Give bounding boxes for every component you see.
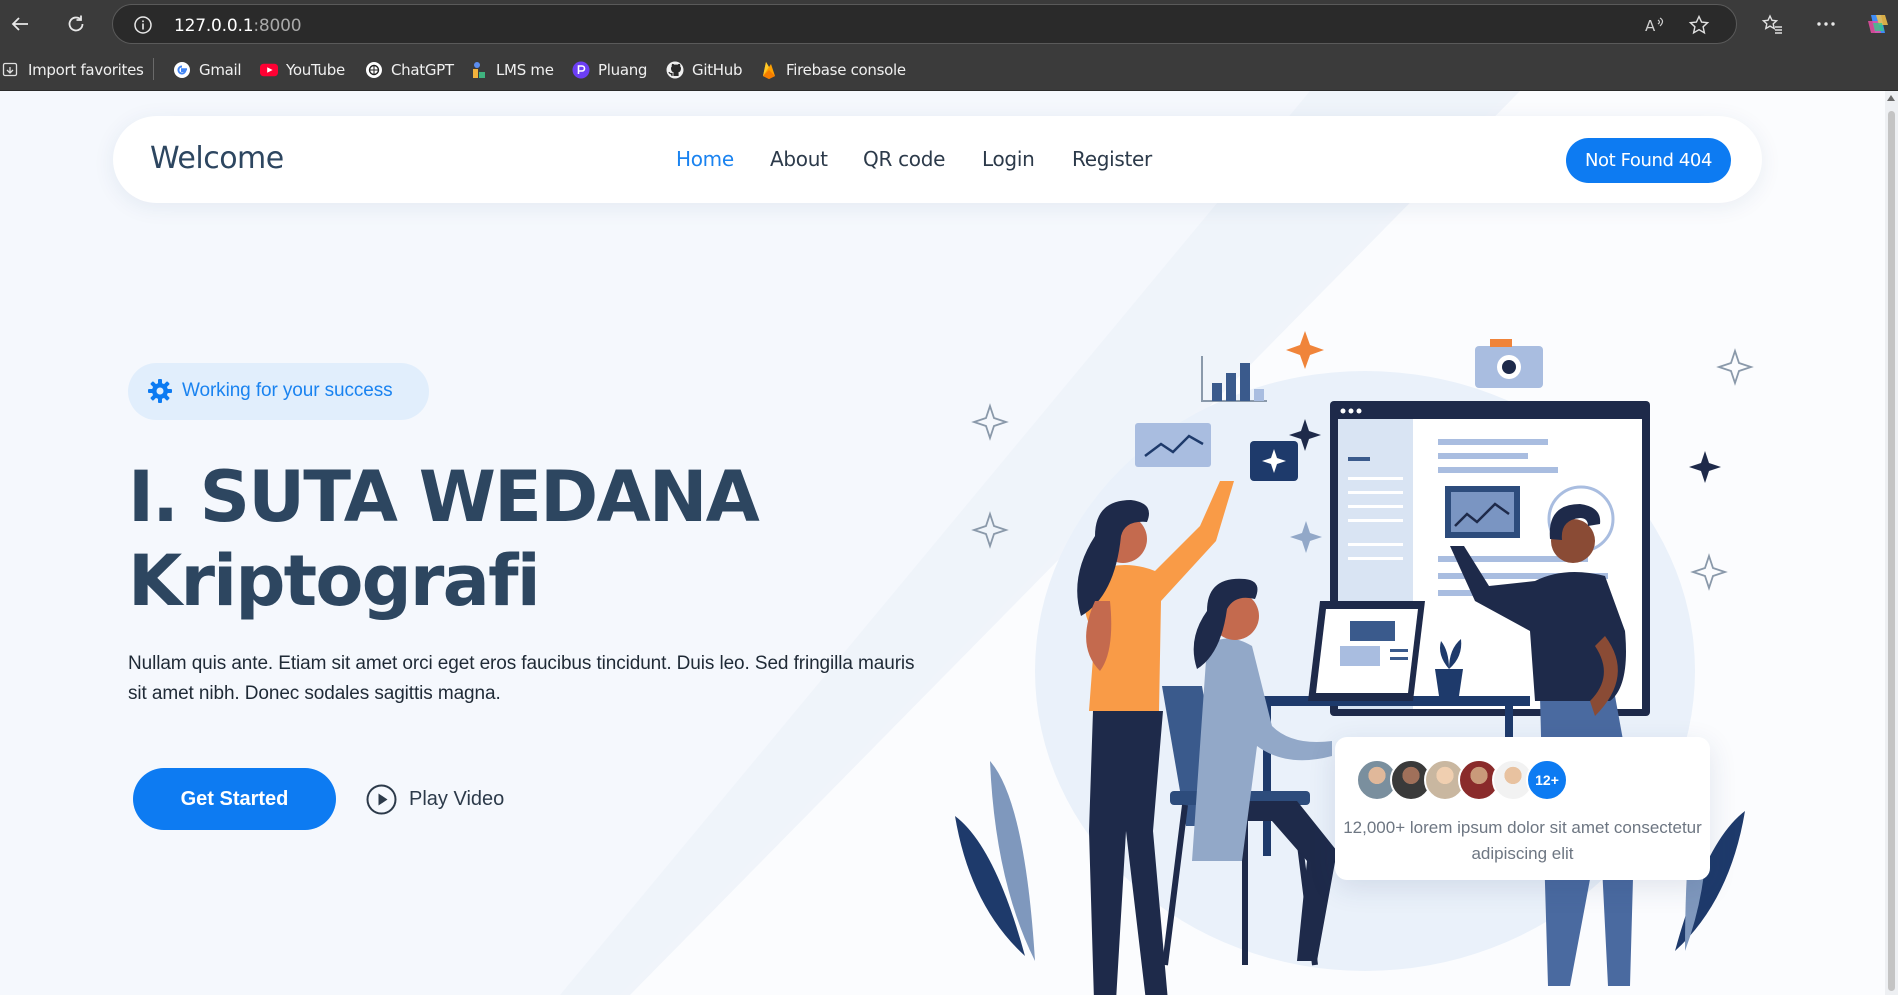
hero-illustration xyxy=(955,331,1754,995)
bookmark-label: Gmail xyxy=(199,61,242,79)
back-arrow-icon xyxy=(11,17,28,31)
bookmark-github[interactable]: GitHub xyxy=(666,59,742,81)
bookmark-gmail[interactable]: Gmail xyxy=(173,59,242,81)
url-port: :8000 xyxy=(253,16,302,36)
get-started-button[interactable]: Get Started xyxy=(133,768,336,830)
github-icon xyxy=(666,61,684,79)
favorites-list-icon xyxy=(1761,14,1782,34)
browser-toolbar: 127.0.0.1:8000 A xyxy=(0,0,1898,48)
bookmark-chatgpt[interactable]: ChatGPT xyxy=(365,59,454,81)
chatgpt-icon xyxy=(365,61,383,79)
more-dots-icon xyxy=(1817,22,1835,26)
nav-login[interactable]: Login xyxy=(982,147,1035,171)
refresh-icon xyxy=(68,15,84,32)
svg-text:A: A xyxy=(1645,17,1656,35)
url-text[interactable]: 127.0.0.1:8000 xyxy=(174,16,302,36)
bookmarks-bar: Import favorites Gmail YouTube ChatGPT L… xyxy=(0,48,1898,91)
scroll-thumb[interactable] xyxy=(1888,111,1895,991)
site-info-icon[interactable] xyxy=(133,15,153,35)
firebase-icon xyxy=(760,61,778,79)
not-found-button[interactable]: Not Found 404 xyxy=(1566,138,1731,183)
bookmark-label: YouTube xyxy=(286,61,345,79)
bookmark-lms-me[interactable]: LMS me xyxy=(470,59,554,81)
avatar-count-badge: 12+ xyxy=(1526,759,1568,801)
stat-card: 12+ 12,000+ lorem ipsum dolor sit amet c… xyxy=(1335,737,1710,880)
bookmark-label: Pluang xyxy=(598,61,648,79)
play-video-label: Play Video xyxy=(409,787,505,810)
nav-qr-code[interactable]: QR code xyxy=(863,147,945,171)
copilot-button[interactable] xyxy=(1862,8,1894,40)
lms-icon xyxy=(470,61,488,79)
camera-icon xyxy=(1475,339,1543,388)
hero-title-line-1: I. SUTA WEDANA xyxy=(128,456,760,538)
bookmark-pluang[interactable]: Pluang xyxy=(572,59,647,81)
bar-chart-icon xyxy=(1201,356,1267,402)
stat-text: 12,000+ lorem ipsum dolor sit amet conse… xyxy=(1343,818,1702,863)
play-circle-icon xyxy=(366,784,397,814)
bookmark-firebase-console[interactable]: Firebase console xyxy=(760,59,906,81)
favorites-button[interactable] xyxy=(1756,8,1788,40)
top-navbar: Welcome Home About QR code Login Registe… xyxy=(113,116,1762,203)
refresh-button[interactable] xyxy=(60,8,92,40)
url-host: 127.0.0.1 xyxy=(174,16,254,36)
brand-logo[interactable]: Welcome xyxy=(150,141,284,176)
copilot-icon xyxy=(1868,15,1888,33)
bookmark-youtube[interactable]: YouTube xyxy=(260,59,345,81)
read-aloud-icon[interactable]: A xyxy=(1643,14,1665,36)
youtube-icon xyxy=(260,61,278,79)
google-icon xyxy=(173,61,191,79)
hero-description: Nullam quis ante. Etiam sit amet orci eg… xyxy=(128,653,915,704)
address-bar[interactable]: 127.0.0.1:8000 A xyxy=(112,4,1737,44)
bookmark-label: LMS me xyxy=(496,61,554,79)
back-button[interactable] xyxy=(4,8,36,40)
more-menu-button[interactable] xyxy=(1810,8,1842,40)
bookmark-label: Firebase console xyxy=(786,61,906,79)
hero-title: I. SUTA WEDANA Kriptografi xyxy=(128,455,760,623)
favorite-star-icon[interactable] xyxy=(1688,14,1710,36)
line-chart-card-icon xyxy=(1135,423,1211,467)
page-viewport: Welcome Home About QR code Login Registe… xyxy=(0,91,1885,995)
bookmarks-divider xyxy=(153,58,154,80)
gear-icon xyxy=(148,379,172,403)
nav-home[interactable]: Home xyxy=(676,147,734,171)
import-icon xyxy=(2,61,20,79)
page-scrollbar[interactable] xyxy=(1885,91,1898,995)
hero-badge: Working for your success xyxy=(128,363,429,420)
badge-text: Working for your success xyxy=(182,380,393,401)
nav-register[interactable]: Register xyxy=(1072,147,1152,171)
hero-title-line-2: Kriptografi xyxy=(128,540,541,622)
bookmark-label: Import favorites xyxy=(28,61,144,79)
scroll-up-arrow-icon[interactable] xyxy=(1887,95,1895,101)
play-video-button[interactable]: Play Video xyxy=(366,783,504,815)
pluang-icon xyxy=(572,61,590,79)
nav-about[interactable]: About xyxy=(770,147,828,171)
bookmark-label: ChatGPT xyxy=(391,61,454,79)
bookmark-import-favorites[interactable]: Import favorites xyxy=(2,59,144,81)
bookmark-label: GitHub xyxy=(692,61,743,79)
